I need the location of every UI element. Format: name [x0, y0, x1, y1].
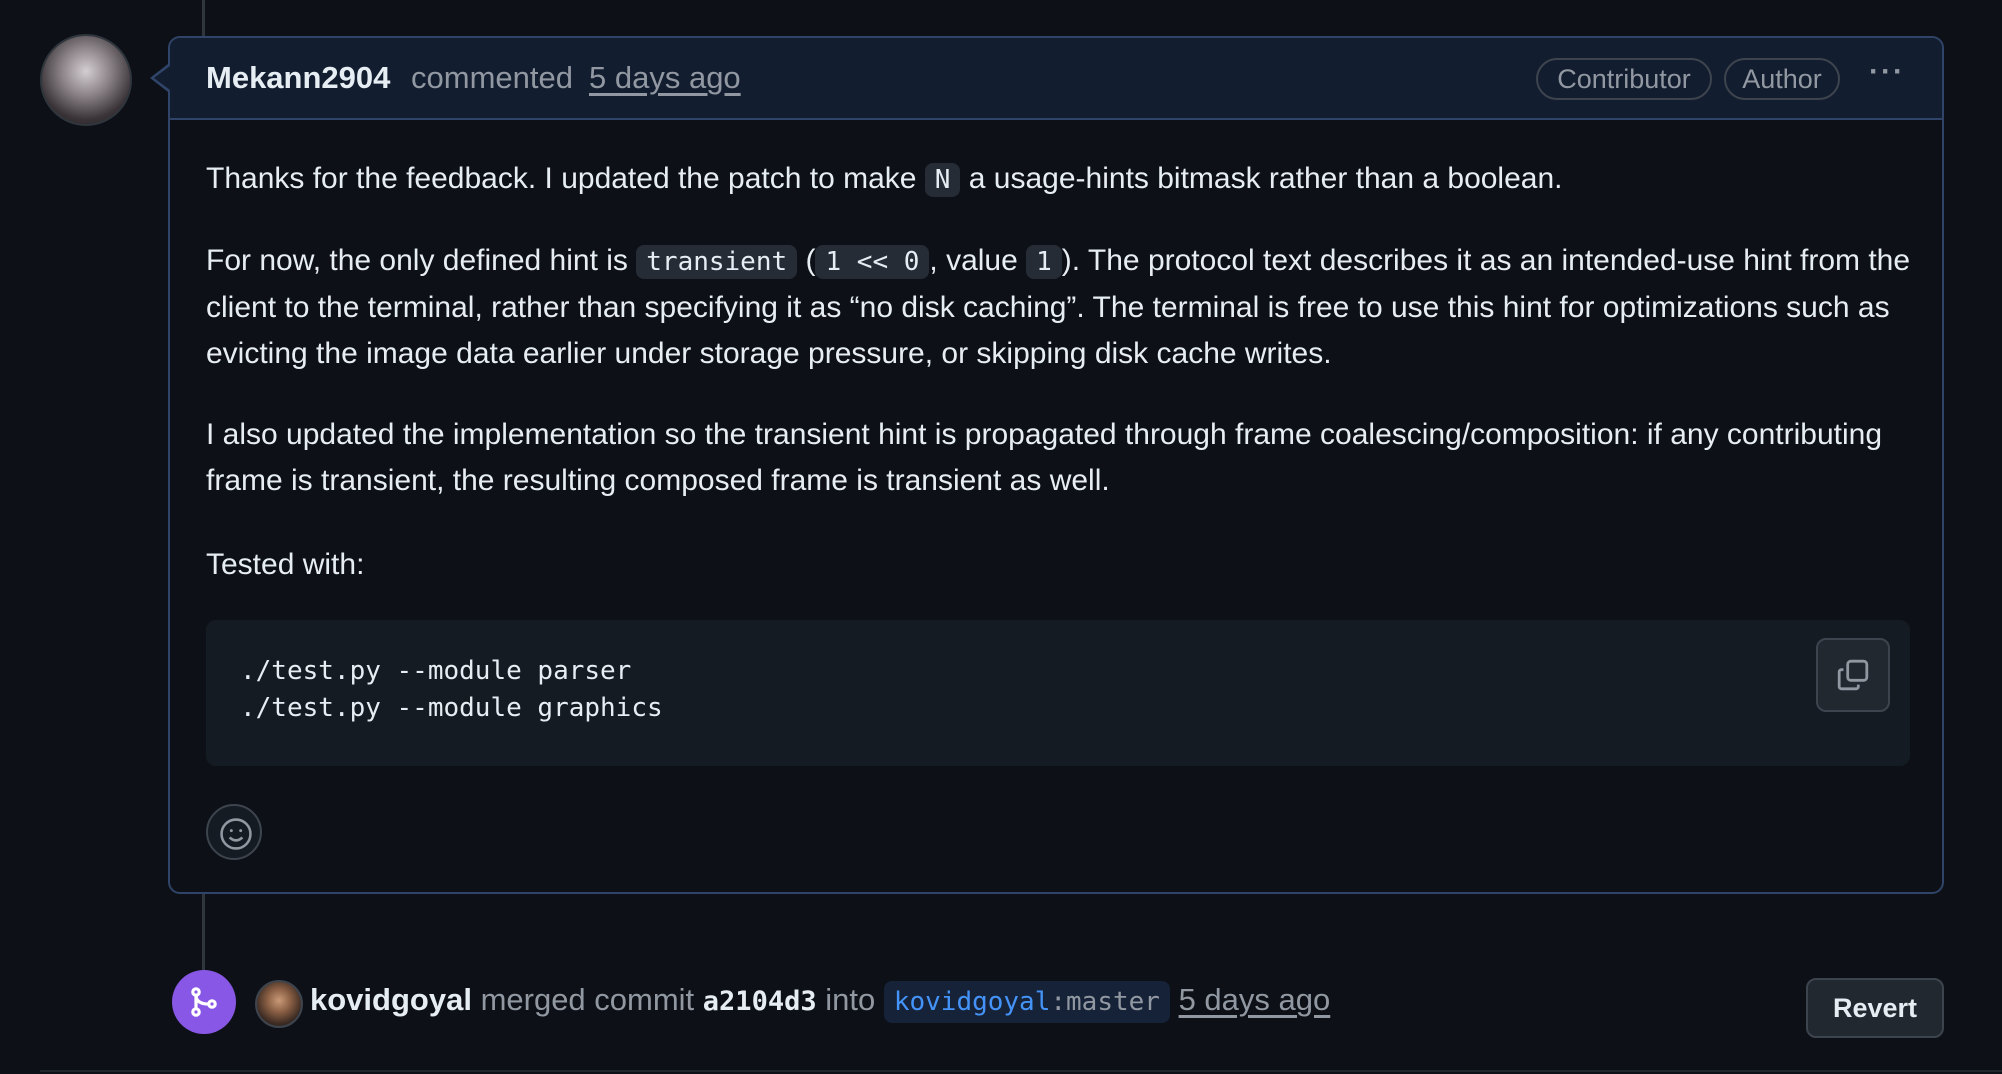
comment-paragraph: I also updated the implementation so the…	[206, 418, 1883, 497]
inline-code: 1 << 0	[815, 245, 930, 279]
timeline-line	[202, 894, 205, 974]
comment-author-link[interactable]: Mekann2904	[206, 60, 390, 96]
target-branch-label[interactable]: kovidgoyal:master	[883, 981, 1170, 1023]
merger-avatar[interactable]	[255, 980, 303, 1028]
merge-timestamp-link[interactable]: 5 days ago	[1179, 982, 1331, 1017]
add-reaction-button[interactable]	[206, 804, 262, 860]
comment-paragraph: For now, the only defined hint is transi…	[206, 238, 1926, 377]
inline-code: N	[924, 163, 961, 197]
code-line: ./test.py --module graphics	[240, 693, 663, 723]
branch-separator: :	[1050, 987, 1067, 1017]
branch-owner: kovidgoyal	[893, 987, 1051, 1017]
comment-timestamp-link[interactable]: 5 days ago	[589, 60, 741, 96]
copy-icon	[1837, 659, 1869, 691]
paragraph-text: , value	[929, 244, 1027, 277]
paragraph-text: Thanks for the feedback. I updated the p…	[206, 162, 925, 195]
timeline-divider	[40, 1070, 2002, 1072]
timeline-line	[202, 0, 205, 36]
inline-code: transient	[636, 245, 798, 279]
branch-name: master	[1066, 987, 1160, 1017]
paragraph-text: For now, the only defined hint is	[206, 244, 637, 277]
code-block[interactable]: ./test.py --module parser ./test.py --mo…	[206, 620, 1910, 766]
commit-sha-link[interactable]: a2104d3	[703, 986, 817, 1017]
author-badge: Author	[1724, 58, 1840, 100]
comment-action-text: commented	[411, 60, 573, 95]
paragraph-text: (	[797, 244, 816, 277]
more-options-icon[interactable]: ···	[1860, 57, 1914, 96]
comment-box: Mekann2904 commented 5 days ago Contribu…	[168, 36, 1944, 894]
comment-paragraph: Thanks for the feedback. I updated the p…	[206, 156, 1926, 203]
revert-button[interactable]: Revert	[1806, 978, 1944, 1038]
copy-button[interactable]	[1816, 638, 1890, 712]
merge-event-badge	[172, 970, 236, 1034]
merge-event-text: kovidgoyal merged commit a2104d3 into ko…	[310, 981, 1331, 1023]
avatar[interactable]	[40, 34, 132, 126]
comment-paragraph: Tested with:	[206, 548, 365, 581]
comment-header: Mekann2904 commented 5 days ago Contribu…	[170, 38, 1942, 120]
merge-action-text: merged commit	[480, 982, 695, 1017]
merge-into-text: into	[825, 982, 876, 1017]
paragraph-text: a usage-hints bitmask rather than a bool…	[960, 162, 1563, 195]
code-line: ./test.py --module parser	[240, 656, 632, 686]
timeline: Mekann2904 commented 5 days ago Contribu…	[0, 0, 2002, 1074]
merger-username-link[interactable]: kovidgoyal	[310, 982, 472, 1017]
smiley-icon	[220, 818, 252, 850]
comment-pointer-inner	[154, 66, 170, 90]
inline-code: 1	[1026, 245, 1062, 279]
git-merge-icon	[191, 987, 217, 1017]
contributor-badge: Contributor	[1536, 58, 1712, 100]
